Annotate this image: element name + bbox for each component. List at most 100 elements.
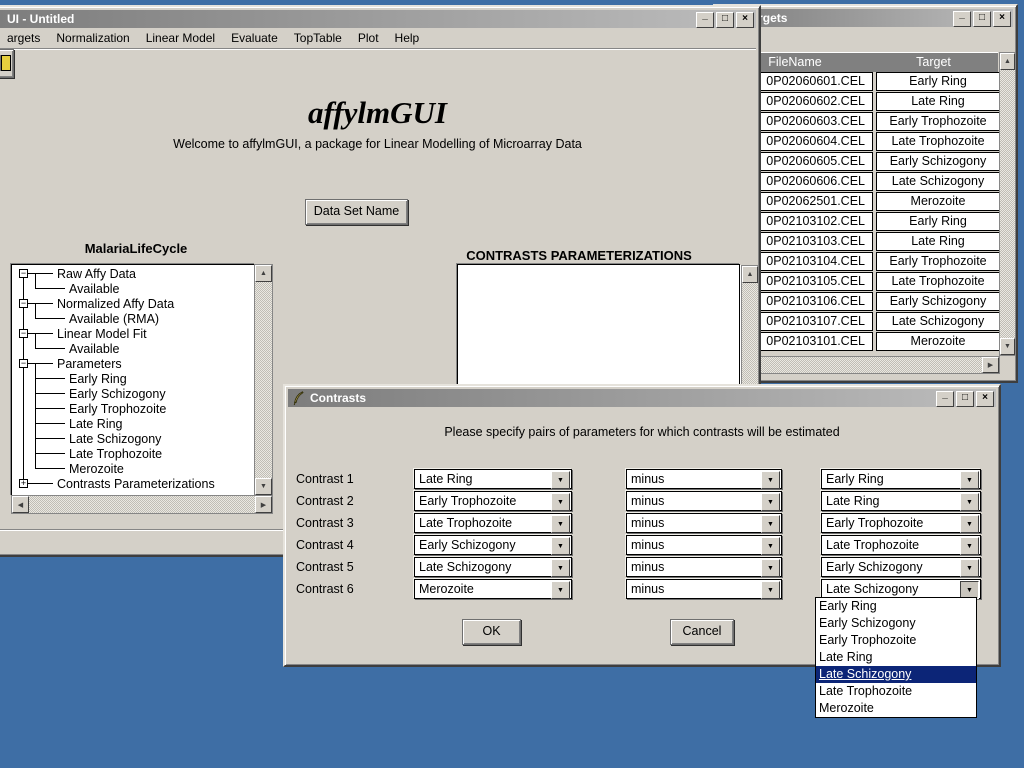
chevron-down-icon[interactable]: ▼	[551, 493, 570, 511]
tree-label[interactable]: Linear Model Fit	[57, 327, 147, 341]
chevron-down-icon[interactable]: ▼	[761, 515, 780, 533]
contrasts-dialog-titlebar[interactable]: Contrasts _□×	[288, 389, 996, 407]
tree-label[interactable]: Late Ring	[69, 417, 123, 431]
scroll-up-icon[interactable]: ▲	[1000, 53, 1015, 70]
scroll-down-icon[interactable]: ▼	[1000, 338, 1015, 355]
target-cell[interactable]: Late Schizogony	[876, 172, 1000, 191]
chevron-down-icon[interactable]: ▼	[761, 493, 780, 511]
maximize-icon[interactable]: □	[716, 12, 734, 28]
scroll-left-icon[interactable]: ◀	[12, 496, 29, 513]
menu-item-argets[interactable]: argets	[0, 29, 48, 48]
menu-item-normalization[interactable]: Normalization	[48, 29, 137, 48]
ok-button[interactable]: OK	[462, 619, 521, 645]
scroll-right-icon[interactable]: ▶	[255, 496, 272, 513]
close-icon[interactable]: ×	[993, 11, 1011, 27]
chevron-down-icon[interactable]: ▼	[761, 471, 780, 489]
collapse-icon[interactable]: −	[19, 269, 28, 278]
tree-label[interactable]: Late Schizogony	[69, 432, 161, 446]
toolbar-button[interactable]	[0, 49, 14, 78]
target-cell[interactable]: Late Ring	[876, 92, 1000, 111]
scroll-right-icon[interactable]: ▶	[982, 357, 999, 373]
target-cell[interactable]: Late Schizogony	[876, 312, 1000, 331]
tree-label[interactable]: Early Ring	[69, 372, 127, 386]
tree-label[interactable]: Early Trophozoite	[69, 402, 166, 416]
target-cell[interactable]: Early Schizogony	[876, 152, 1000, 171]
tree-hscroll-track[interactable]	[29, 496, 255, 513]
dropdown-item-late-trophozoite[interactable]: Late Trophozoite	[816, 683, 976, 700]
target-cell[interactable]: Early Trophozoite	[876, 252, 1000, 271]
contrast-6-left-combobox[interactable]: Merozoite▼	[414, 579, 572, 599]
chevron-down-icon[interactable]: ▼	[960, 559, 979, 577]
contrast-5-right-combobox[interactable]: Early Schizogony▼	[821, 557, 981, 577]
tree-label[interactable]: Raw Affy Data	[57, 267, 136, 281]
contrast-5-left-combobox[interactable]: Late Schizogony▼	[414, 557, 572, 577]
tree-label[interactable]: Early Schizogony	[69, 387, 166, 401]
chevron-down-icon[interactable]: ▼	[960, 493, 979, 511]
contrast-5-operator-combobox[interactable]: minus▼	[626, 557, 782, 577]
menu-item-evaluate[interactable]: Evaluate	[223, 29, 286, 48]
menu-item-plot[interactable]: Plot	[350, 29, 387, 48]
targets-window-titlebar[interactable]: Targets _□×	[718, 9, 1013, 27]
contrast-6-operator-combobox[interactable]: minus▼	[626, 579, 782, 599]
tree-label[interactable]: Available	[69, 282, 120, 296]
contrast-1-right-combobox[interactable]: Early Ring▼	[821, 469, 981, 489]
chevron-down-icon[interactable]: ▼	[551, 559, 570, 577]
chevron-down-icon[interactable]: ▼	[551, 537, 570, 555]
collapse-icon[interactable]: −	[19, 359, 28, 368]
contrast-1-operator-combobox[interactable]: minus▼	[626, 469, 782, 489]
tree-label[interactable]: Late Trophozoite	[69, 447, 162, 461]
maximize-icon[interactable]: □	[956, 391, 974, 407]
contrast-3-right-combobox[interactable]: Early Trophozoite▼	[821, 513, 981, 533]
chevron-down-icon[interactable]: ▼	[551, 581, 570, 599]
data-set-name-button[interactable]: Data Set Name	[305, 199, 408, 225]
scroll-up-icon[interactable]: ▲	[742, 266, 758, 283]
targets-hscroll-track[interactable]	[739, 357, 982, 373]
main-window-titlebar[interactable]: UI - Untitled _□×	[0, 10, 756, 28]
tree-label[interactable]: Contrasts Parameterizations	[57, 477, 215, 491]
dropdown-item-late-ring[interactable]: Late Ring	[816, 649, 976, 666]
target-cell[interactable]: Early Ring	[876, 212, 1000, 231]
contrast-4-operator-combobox[interactable]: minus▼	[626, 535, 782, 555]
collapse-icon[interactable]: −	[19, 299, 28, 308]
tree-label[interactable]: Parameters	[57, 357, 122, 371]
targets-vscroll-track[interactable]	[1000, 70, 1015, 338]
dropdown-item-early-ring[interactable]: Early Ring	[816, 598, 976, 615]
cancel-button[interactable]: Cancel	[670, 619, 734, 645]
scroll-down-icon[interactable]: ▼	[255, 478, 272, 495]
tree-label[interactable]: Normalized Affy Data	[57, 297, 174, 311]
menu-item-linear-model[interactable]: Linear Model	[138, 29, 223, 48]
chevron-down-icon[interactable]: ▼	[761, 537, 780, 555]
target-cell[interactable]: Merozoite	[876, 192, 1000, 211]
targets-horizontal-scrollbar[interactable]: ◀ ▶	[721, 356, 1000, 374]
close-icon[interactable]: ×	[976, 391, 994, 407]
tree-vscroll-track[interactable]	[255, 282, 272, 478]
contrast-3-operator-combobox[interactable]: minus▼	[626, 513, 782, 533]
chevron-down-icon[interactable]: ▼	[761, 581, 780, 599]
minimize-icon[interactable]: _	[696, 12, 714, 28]
target-cell[interactable]: Late Trophozoite	[876, 132, 1000, 151]
collapse-icon[interactable]: −	[19, 329, 28, 338]
tree-label[interactable]: Available	[69, 342, 120, 356]
target-cell[interactable]: Early Ring	[876, 72, 1000, 91]
tree-vertical-scrollbar[interactable]: ▲ ▼	[254, 264, 273, 496]
dropdown-item-merozoite[interactable]: Merozoite	[816, 700, 976, 717]
contrast-6-right-combobox[interactable]: Late Schizogony▼	[821, 579, 981, 599]
chevron-down-icon[interactable]: ▼	[551, 515, 570, 533]
target-cell[interactable]: Early Schizogony	[876, 292, 1000, 311]
dropdown-item-early-trophozoite[interactable]: Early Trophozoite	[816, 632, 976, 649]
minimize-icon[interactable]: _	[953, 11, 971, 27]
chevron-down-icon[interactable]: ▼	[960, 471, 979, 489]
minimize-icon[interactable]: _	[936, 391, 954, 407]
chevron-down-icon[interactable]: ▼	[551, 471, 570, 489]
expand-icon[interactable]: +	[19, 479, 28, 488]
target-cell[interactable]: Late Trophozoite	[876, 272, 1000, 291]
target-cell[interactable]: Merozoite	[876, 332, 1000, 351]
chevron-down-icon[interactable]: ▼	[960, 537, 979, 555]
chevron-down-icon[interactable]: ▼	[960, 515, 979, 533]
contrast-4-right-combobox[interactable]: Late Trophozoite▼	[821, 535, 981, 555]
target-cell[interactable]: Late Ring	[876, 232, 1000, 251]
tree-label[interactable]: Merozoite	[69, 462, 124, 476]
targets-vertical-scrollbar[interactable]: ▲ ▼	[999, 52, 1016, 356]
contrast-4-left-combobox[interactable]: Early Schizogony▼	[414, 535, 572, 555]
contrast-2-right-combobox[interactable]: Late Ring▼	[821, 491, 981, 511]
